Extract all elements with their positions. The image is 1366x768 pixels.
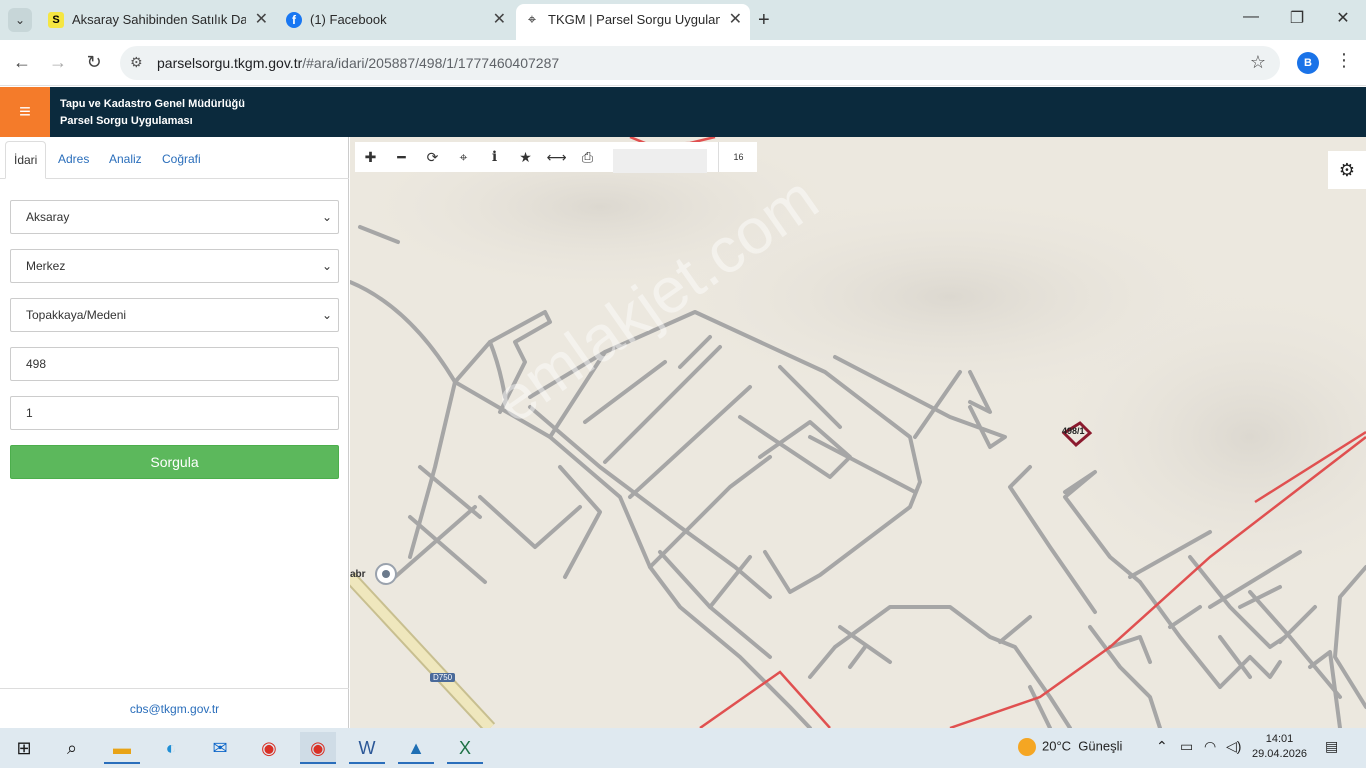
browser-tab-sahibinden[interactable]: S Aksaray Sahibinden Satılık Daire ✕ xyxy=(40,4,276,40)
contact-email-link[interactable]: cbs@tkgm.gov.tr xyxy=(0,688,349,728)
profile-avatar[interactable]: B xyxy=(1297,52,1319,74)
zoom-in-icon[interactable]: ✚ xyxy=(355,142,386,172)
outlook-icon[interactable]: ✉ xyxy=(202,732,238,764)
file-explorer-icon[interactable]: ▬ xyxy=(104,732,140,764)
map-toolbar: ✚ ━ ⟳ ⌖ i ★ ⟷ ⎙ 16 xyxy=(355,142,758,173)
sun-icon xyxy=(1018,738,1036,756)
place-label: abr xyxy=(350,569,366,580)
tab-title: (1) Facebook xyxy=(310,12,387,27)
clock-time: 14:01 xyxy=(1265,733,1294,745)
site-info-icon[interactable]: ⚙ xyxy=(130,54,143,71)
new-tab-button[interactable]: + xyxy=(758,8,770,32)
address-bar[interactable]: ⚙ parselsorgu.tkgm.gov.tr/#ara/idari/205… xyxy=(120,46,1280,80)
favorite-star-icon[interactable]: ★ xyxy=(510,142,541,172)
photos-icon[interactable]: ▲ xyxy=(398,732,434,764)
minimize-window-icon[interactable]: — xyxy=(1228,8,1274,26)
locate-crosshair-icon[interactable]: ⌖ xyxy=(448,142,479,172)
map-canvas xyxy=(350,137,1366,728)
reload-icon[interactable]: ↻ xyxy=(82,52,106,73)
taskbar: ⊞ ⌕ ▬ ◐ ✉ ◉ ◉ W ▲ X 20°C Güneşli ⌃ ▭ ◠ ◁… xyxy=(0,728,1366,768)
chevron-down-icon: ⌄ xyxy=(321,259,332,273)
browser-tab-facebook[interactable]: f (1) Facebook ✕ xyxy=(278,4,514,40)
map-view[interactable]: emlakjet.com 498/1 D750 abr ✚ ━ ⟳ ⌖ i ★ … xyxy=(350,137,1366,728)
query-panel: İdari Adres Analiz Coğrafi Aksaray ⌄ Mer… xyxy=(0,137,349,728)
bookmark-star-icon[interactable]: ☆ xyxy=(1250,52,1266,73)
print-icon[interactable]: ⎙ xyxy=(572,142,603,172)
notifications-icon[interactable]: ▤ xyxy=(1325,738,1338,755)
url-text: parselsorgu.tkgm.gov.tr/#ara/idari/20588… xyxy=(157,55,560,71)
close-tab-icon[interactable]: ✕ xyxy=(729,4,742,36)
chrome-profile-icon[interactable]: ◉ xyxy=(300,732,336,764)
mahalle-select[interactable]: Topakkaya/Medeni ⌄ xyxy=(10,298,339,332)
query-tabs: İdari Adres Analiz Coğrafi xyxy=(0,137,349,179)
windows-start-icon[interactable]: ⊞ xyxy=(6,732,42,764)
ada-input[interactable]: 498 xyxy=(10,347,339,381)
close-tab-icon[interactable]: ✕ xyxy=(255,4,268,36)
measure-distance-icon[interactable]: ⟷ xyxy=(541,142,572,172)
sorgula-button[interactable]: Sorgula xyxy=(10,445,339,479)
info-icon[interactable]: i xyxy=(479,142,510,172)
scale-bar xyxy=(613,149,707,173)
chrome-icon[interactable]: ◉ xyxy=(251,732,287,764)
app-title-line1: Tapu ve Kadastro Genel Müdürlüğü xyxy=(60,98,245,110)
browser-tabstrip: ⌄ S Aksaray Sahibinden Satılık Daire ✕ f… xyxy=(0,0,1366,40)
il-select[interactable]: Aksaray ⌄ xyxy=(10,200,339,234)
browser-tab-tkgm[interactable]: ⌖ TKGM | Parsel Sorgu Uygulaması ✕ xyxy=(516,4,750,40)
close-window-icon[interactable]: ✕ xyxy=(1320,8,1366,28)
browser-menu-icon[interactable]: ⋮ xyxy=(1335,50,1353,71)
search-icon[interactable]: ⌕ xyxy=(54,732,90,764)
word-icon[interactable]: W xyxy=(349,732,385,764)
close-tab-icon[interactable]: ✕ xyxy=(493,4,506,36)
restore-window-icon[interactable]: ❐ xyxy=(1274,8,1320,28)
zoom-out-icon[interactable]: ━ xyxy=(386,142,417,172)
refresh-icon[interactable]: ⟳ xyxy=(417,142,448,172)
tab-search-button[interactable]: ⌄ xyxy=(8,8,32,32)
weather-widget[interactable]: 20°C Güneşli xyxy=(1018,738,1122,756)
chevron-down-icon: ⌄ xyxy=(321,210,332,224)
browser-toolbar: ← → ↻ ⚙ parselsorgu.tkgm.gov.tr/#ara/ida… xyxy=(0,40,1366,86)
location-pin-favicon-icon: ⌖ xyxy=(527,11,537,28)
mahalle-select-value: Topakkaya/Medeni xyxy=(26,308,127,322)
excel-icon[interactable]: X xyxy=(447,732,483,764)
weather-text: Güneşli xyxy=(1078,738,1123,754)
app-title-line2: Parsel Sorgu Uygulaması xyxy=(60,115,193,127)
weather-temp: 20°C xyxy=(1042,738,1072,754)
tab-analiz[interactable]: Analiz xyxy=(101,141,150,179)
tab-idari[interactable]: İdari xyxy=(5,141,47,179)
sahibinden-favicon-icon: S xyxy=(48,12,64,28)
app-header: ≡ Tapu ve Kadastro Genel Müdürlüğü Parse… xyxy=(0,87,1366,137)
tab-title: TKGM | Parsel Sorgu Uygulaması xyxy=(548,12,720,27)
facebook-favicon-icon: f xyxy=(286,12,302,28)
hamburger-menu-icon[interactable]: ≡ xyxy=(0,87,50,137)
parcel-label: 498/1 xyxy=(1062,426,1085,436)
wifi-icon[interactable]: ◠ xyxy=(1204,738,1216,755)
edge-browser-icon[interactable]: ◐ xyxy=(153,732,189,764)
chevron-down-icon: ⌄ xyxy=(321,308,332,322)
clock-date: 29.04.2026 xyxy=(1252,748,1308,760)
clock[interactable]: 14:01 29.04.2026 xyxy=(1252,732,1307,762)
il-select-value: Aksaray xyxy=(26,210,70,224)
road-label: D750 xyxy=(430,673,456,682)
parsel-input[interactable]: 1 xyxy=(10,396,339,430)
forward-arrow-icon[interactable]: → xyxy=(46,52,70,73)
tab-adres[interactable]: Adres xyxy=(50,141,97,179)
settings-gear-icon[interactable]: ⚙ xyxy=(1328,151,1366,189)
ilce-select[interactable]: Merkez ⌄ xyxy=(10,249,339,283)
ilce-select-value: Merkez xyxy=(26,259,66,273)
app-title: Tapu ve Kadastro Genel Müdürlüğü Parsel … xyxy=(60,96,245,130)
back-arrow-icon[interactable]: ← xyxy=(10,52,34,73)
tab-cografi[interactable]: Coğrafi xyxy=(154,141,209,179)
zoom-level: 16 xyxy=(718,142,758,172)
volume-icon[interactable]: ◁) xyxy=(1226,738,1241,755)
battery-icon[interactable]: ▭ xyxy=(1180,738,1193,755)
tab-title: Aksaray Sahibinden Satılık Daire xyxy=(72,12,246,27)
show-hidden-icons-icon[interactable]: ⌃ xyxy=(1156,738,1168,755)
